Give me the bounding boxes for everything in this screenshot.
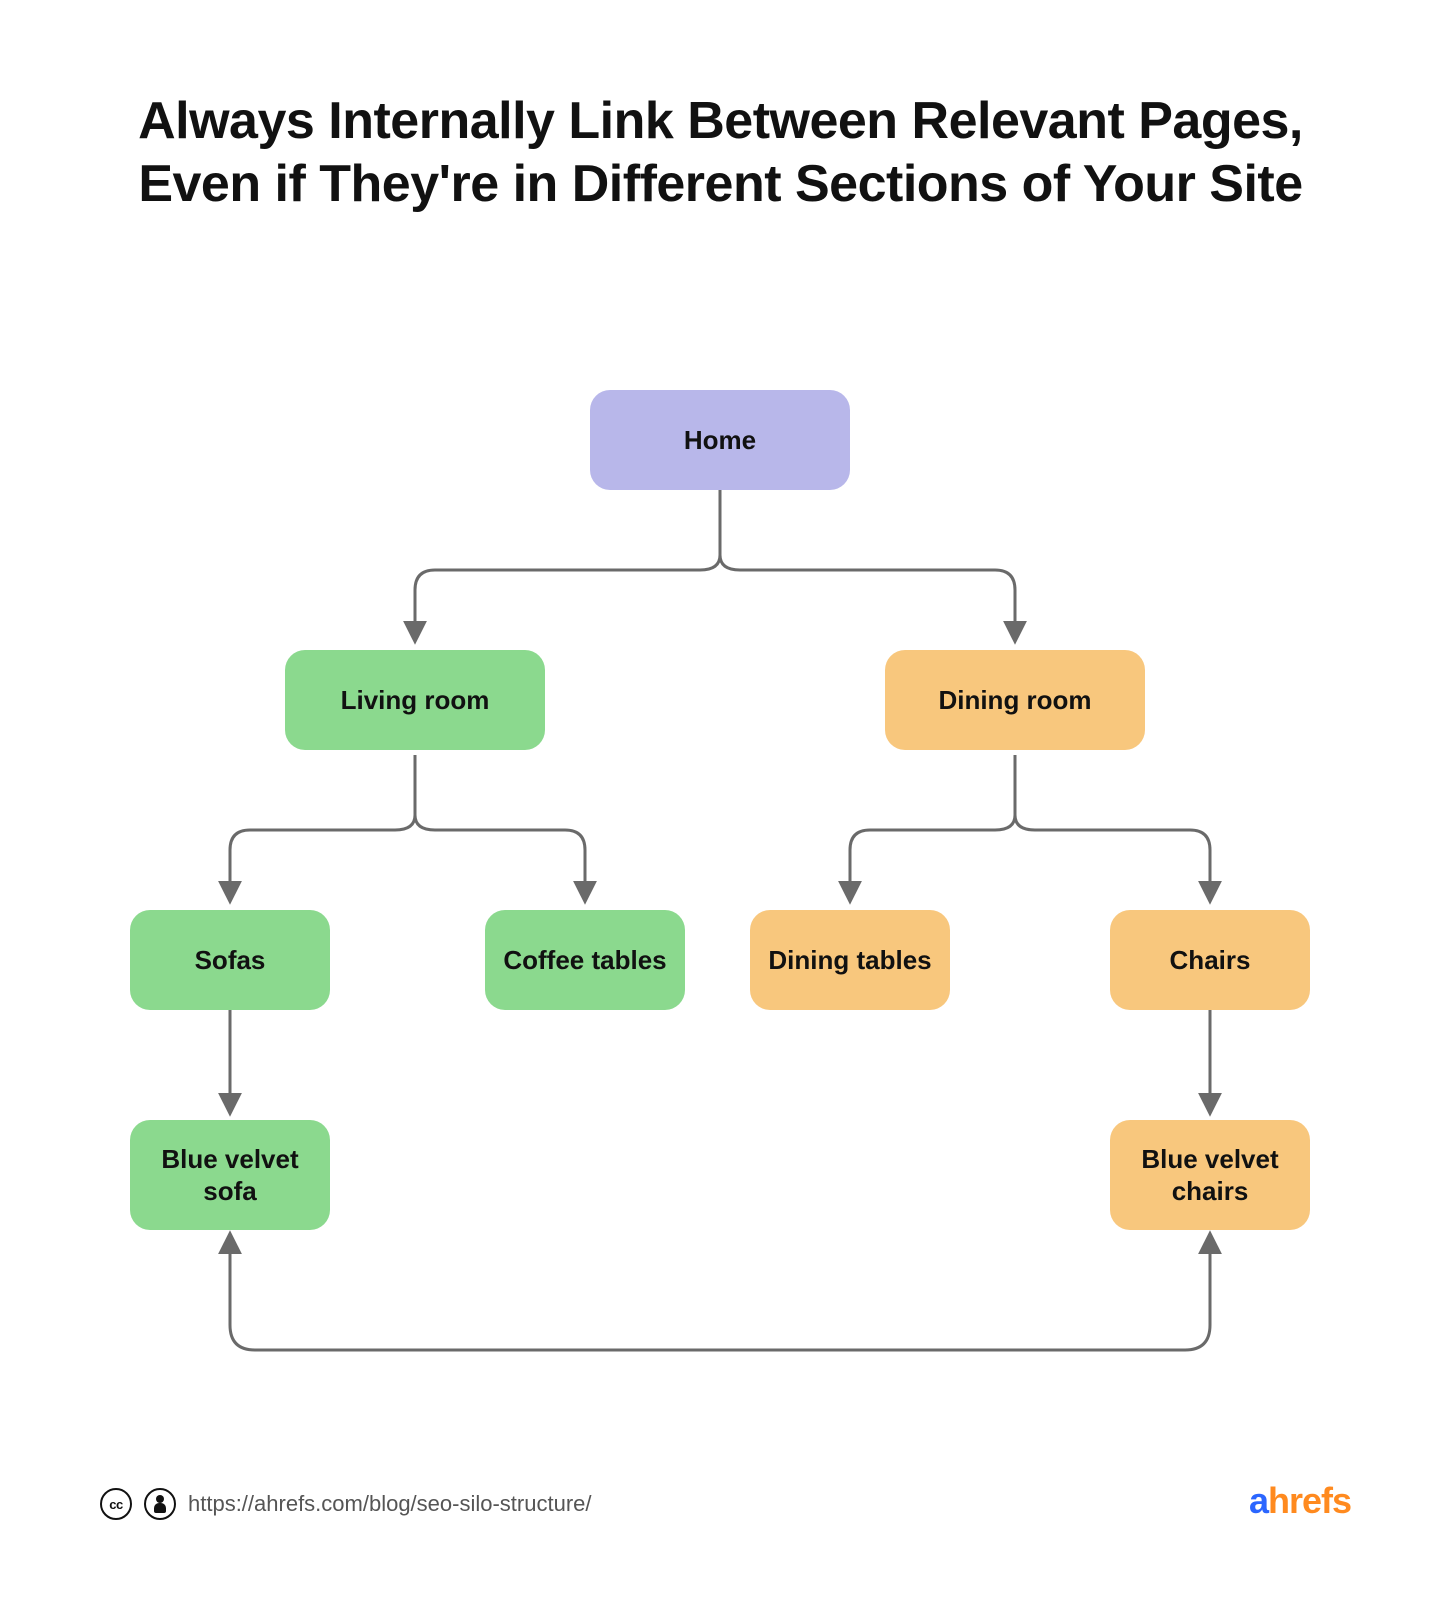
node-blue-velvet-sofa: Blue velvet sofa [130,1120,330,1230]
footer-left: cc https://ahrefs.com/blog/seo-silo-stru… [100,1488,592,1520]
node-dining-tables: Dining tables [750,910,950,1010]
diagram-stage: Always Internally Link Between Relevant … [0,0,1441,1600]
node-dining-room: Dining room [885,650,1145,750]
brand-rest: hrefs [1268,1480,1351,1521]
source-url: https://ahrefs.com/blog/seo-silo-structu… [188,1491,592,1517]
node-living-room: Living room [285,650,545,750]
node-coffee-tables: Coffee tables [485,910,685,1010]
ahrefs-logo: ahrefs [1249,1480,1351,1522]
node-blue-velvet-chairs: Blue velvet chairs [1110,1120,1310,1230]
connector-layer [0,0,1441,1600]
node-sofas: Sofas [130,910,330,1010]
node-home: Home [590,390,850,490]
attribution-icon [144,1488,176,1520]
brand-letter-a: a [1249,1480,1268,1521]
node-chairs: Chairs [1110,910,1310,1010]
footer: cc https://ahrefs.com/blog/seo-silo-stru… [100,1480,1381,1520]
creative-commons-icon: cc [100,1488,132,1520]
